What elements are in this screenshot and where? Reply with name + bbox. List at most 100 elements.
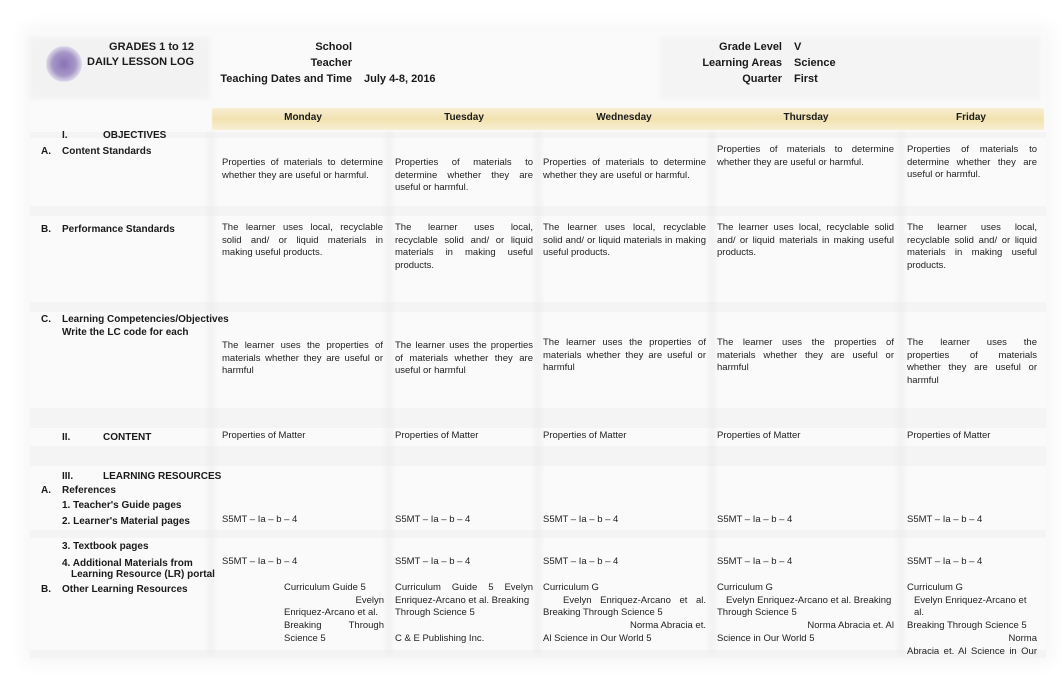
competencies-monday[interactable]: The learner uses the properties of mater… [222,340,383,378]
area-value[interactable]: Science [794,55,944,71]
competencies-tuesday[interactable]: The learner uses the properties of mater… [395,340,533,378]
resource-line: Curriculum Guide 5 Evelyn [395,582,533,593]
content-standards-tuesday[interactable]: Properties of materials to determine whe… [395,157,533,195]
references-letter: A. [41,485,51,496]
school-label: School [315,41,352,53]
doc-title-line1: GRADES 1 to 12 [109,41,194,53]
performance-standards-monday[interactable]: The learner uses local, recyclable solid… [222,222,383,260]
day-header-monday: Monday [284,112,322,123]
learners-material-label: 2. Learner's Material pages [62,516,190,527]
additional-materials-monday[interactable]: S5MT – Ia – b – 4 [222,556,297,569]
other-resources-monday[interactable]: Curriculum Guide 5 Evelyn Enriquez-Arcan… [284,582,384,646]
learners-material-monday[interactable]: S5MT – Ia – b – 4 [222,514,297,527]
competencies-thursday[interactable]: The learner uses the properties of mater… [717,337,894,375]
content-standards-monday[interactable]: Properties of materials to determine whe… [222,157,383,182]
textbook-label: 3. Textbook pages [62,541,149,552]
dates-label: Teaching Dates and Time [220,73,352,85]
grade-value[interactable]: V [794,39,944,55]
performance-standards-label: Performance Standards [62,224,175,235]
additional-materials-thursday[interactable]: S5MT – Ia – b – 4 [717,556,792,569]
resource-line: Enriquez-Arcano et al. [284,607,378,619]
other-resources-friday[interactable]: Curriculum G Evelyn Enriquez-Arcano et a… [907,582,1037,658]
learners-material-thursday[interactable]: S5MT – Ia – b – 4 [717,514,792,527]
resource-line: Through Science 5 [395,607,475,619]
resources-title: LEARNING RESOURCES [103,471,222,482]
content-standards-wednesday[interactable]: Properties of materials to determine whe… [543,157,706,182]
content-thursday[interactable]: Properties of Matter [717,430,800,443]
additional-materials-wednesday[interactable]: S5MT – Ia – b – 4 [543,556,618,569]
content-standards-thursday[interactable]: Properties of materials to determine whe… [717,144,894,169]
resource-line: Curriculum G [717,582,773,593]
resource-line: Abracia et. Al Science in Our [907,645,1037,657]
column-divider [535,132,541,654]
other-resources-tuesday[interactable]: Curriculum Guide 5 Evelyn Enriquez-Arcan… [395,582,533,646]
quarter-value[interactable]: First [794,71,944,87]
day-header-friday: Friday [955,112,986,123]
resource-line: Evelyn Enriquez-Arcano et al. [563,594,706,606]
other-resources-wednesday[interactable]: Curriculum G Evelyn Enriquez-Arcano et a… [543,582,706,646]
competencies-friday[interactable]: The learner uses the properties of mater… [907,337,1037,388]
content-title: CONTENT [103,432,152,443]
competencies-wednesday[interactable]: The learner uses the properties of mater… [543,337,706,375]
competencies-letter: C. [41,314,51,325]
objectives-title: OBJECTIVES [103,130,167,141]
resource-line: Norma Abracia et. [629,620,706,632]
resource-line: Curriculum G [907,582,963,593]
content-standards-label: Content Standards [62,146,152,157]
competencies-sublabel: Write the LC code for each [62,327,189,338]
resource-line [395,620,533,633]
additional-materials-label-2: Learning Resource (LR) portal [71,569,215,580]
teacher-label: Teacher [310,57,352,69]
grade-label: Grade Level [719,41,782,53]
resource-line: Science 5 [284,632,326,644]
day-header-thursday: Thursday [783,112,829,123]
learners-material-tuesday[interactable]: S5MT – Ia – b – 4 [395,514,470,527]
learners-material-friday[interactable]: S5MT – Ia – b – 4 [907,514,982,527]
day-header-wednesday: Wednesday [596,112,652,123]
resources-number: III. [62,471,74,482]
resource-line: Breaking Through Science 5 [543,607,663,619]
content-standards-letter: A. [41,146,51,157]
other-resources-label: Other Learning Resources [62,584,188,595]
doc-title-line2: DAILY LESSON LOG [87,56,194,68]
resource-line: Curriculum G [543,582,599,593]
additional-materials-friday[interactable]: S5MT – Ia – b – 4 [907,556,982,569]
competencies-label: Learning Competencies/Objectives [62,314,229,325]
resource-line: Norma [1008,632,1037,644]
content-number: II. [62,432,71,443]
column-divider [898,132,904,654]
learners-material-wednesday[interactable]: S5MT – Ia – b – 4 [543,514,618,527]
content-monday[interactable]: Properties of Matter [222,430,305,443]
teachers-guide-label: 1. Teacher's Guide pages [62,500,182,511]
day-header-tuesday: Tuesday [444,112,484,123]
content-friday[interactable]: Properties of Matter [907,430,990,443]
performance-standards-tuesday[interactable]: The learner uses local, recyclable solid… [395,222,533,273]
resource-line: Evelyn Enriquez-Arcano et al. [914,594,1027,619]
performance-standards-friday[interactable]: The learner uses local, recyclable solid… [907,222,1037,273]
objectives-number: I. [62,130,68,141]
column-divider [709,132,715,654]
column-divider [386,132,392,654]
resource-line: Al Science in Our World 5 [543,632,652,644]
deped-logo-icon [46,46,82,82]
other-resources-thursday[interactable]: Curriculum G Evelyn Enriquez-Arcano et a… [717,582,894,646]
performance-standards-wednesday[interactable]: The learner uses local, recyclable solid… [543,222,706,260]
resource-line: Through Science 5 [717,607,797,619]
performance-standards-thursday[interactable]: The learner uses local, recyclable solid… [717,222,894,260]
resource-line: Science in Our World 5 [717,632,815,644]
resource-line: Breaking Through Science 5 [907,620,1027,632]
resource-line: C & E Publishing Inc. [395,633,485,645]
content-tuesday[interactable]: Properties of Matter [395,430,478,443]
resource-line: Evelyn [355,594,384,606]
additional-materials-tuesday[interactable]: S5MT – Ia – b – 4 [395,556,470,569]
performance-standards-letter: B. [41,224,51,235]
area-label: Learning Areas [702,57,782,69]
content-wednesday[interactable]: Properties of Matter [543,430,626,443]
dates-value[interactable]: July 4-8, 2016 [364,71,564,87]
resource-line: Curriculum Guide 5 [284,582,366,593]
other-resources-letter: B. [41,584,51,595]
resource-line: Enriquez-Arcano et al. Breaking [395,594,530,606]
references-label: References [62,485,116,496]
quarter-label: Quarter [742,73,782,85]
content-standards-friday[interactable]: Properties of materials to determine whe… [907,144,1037,182]
